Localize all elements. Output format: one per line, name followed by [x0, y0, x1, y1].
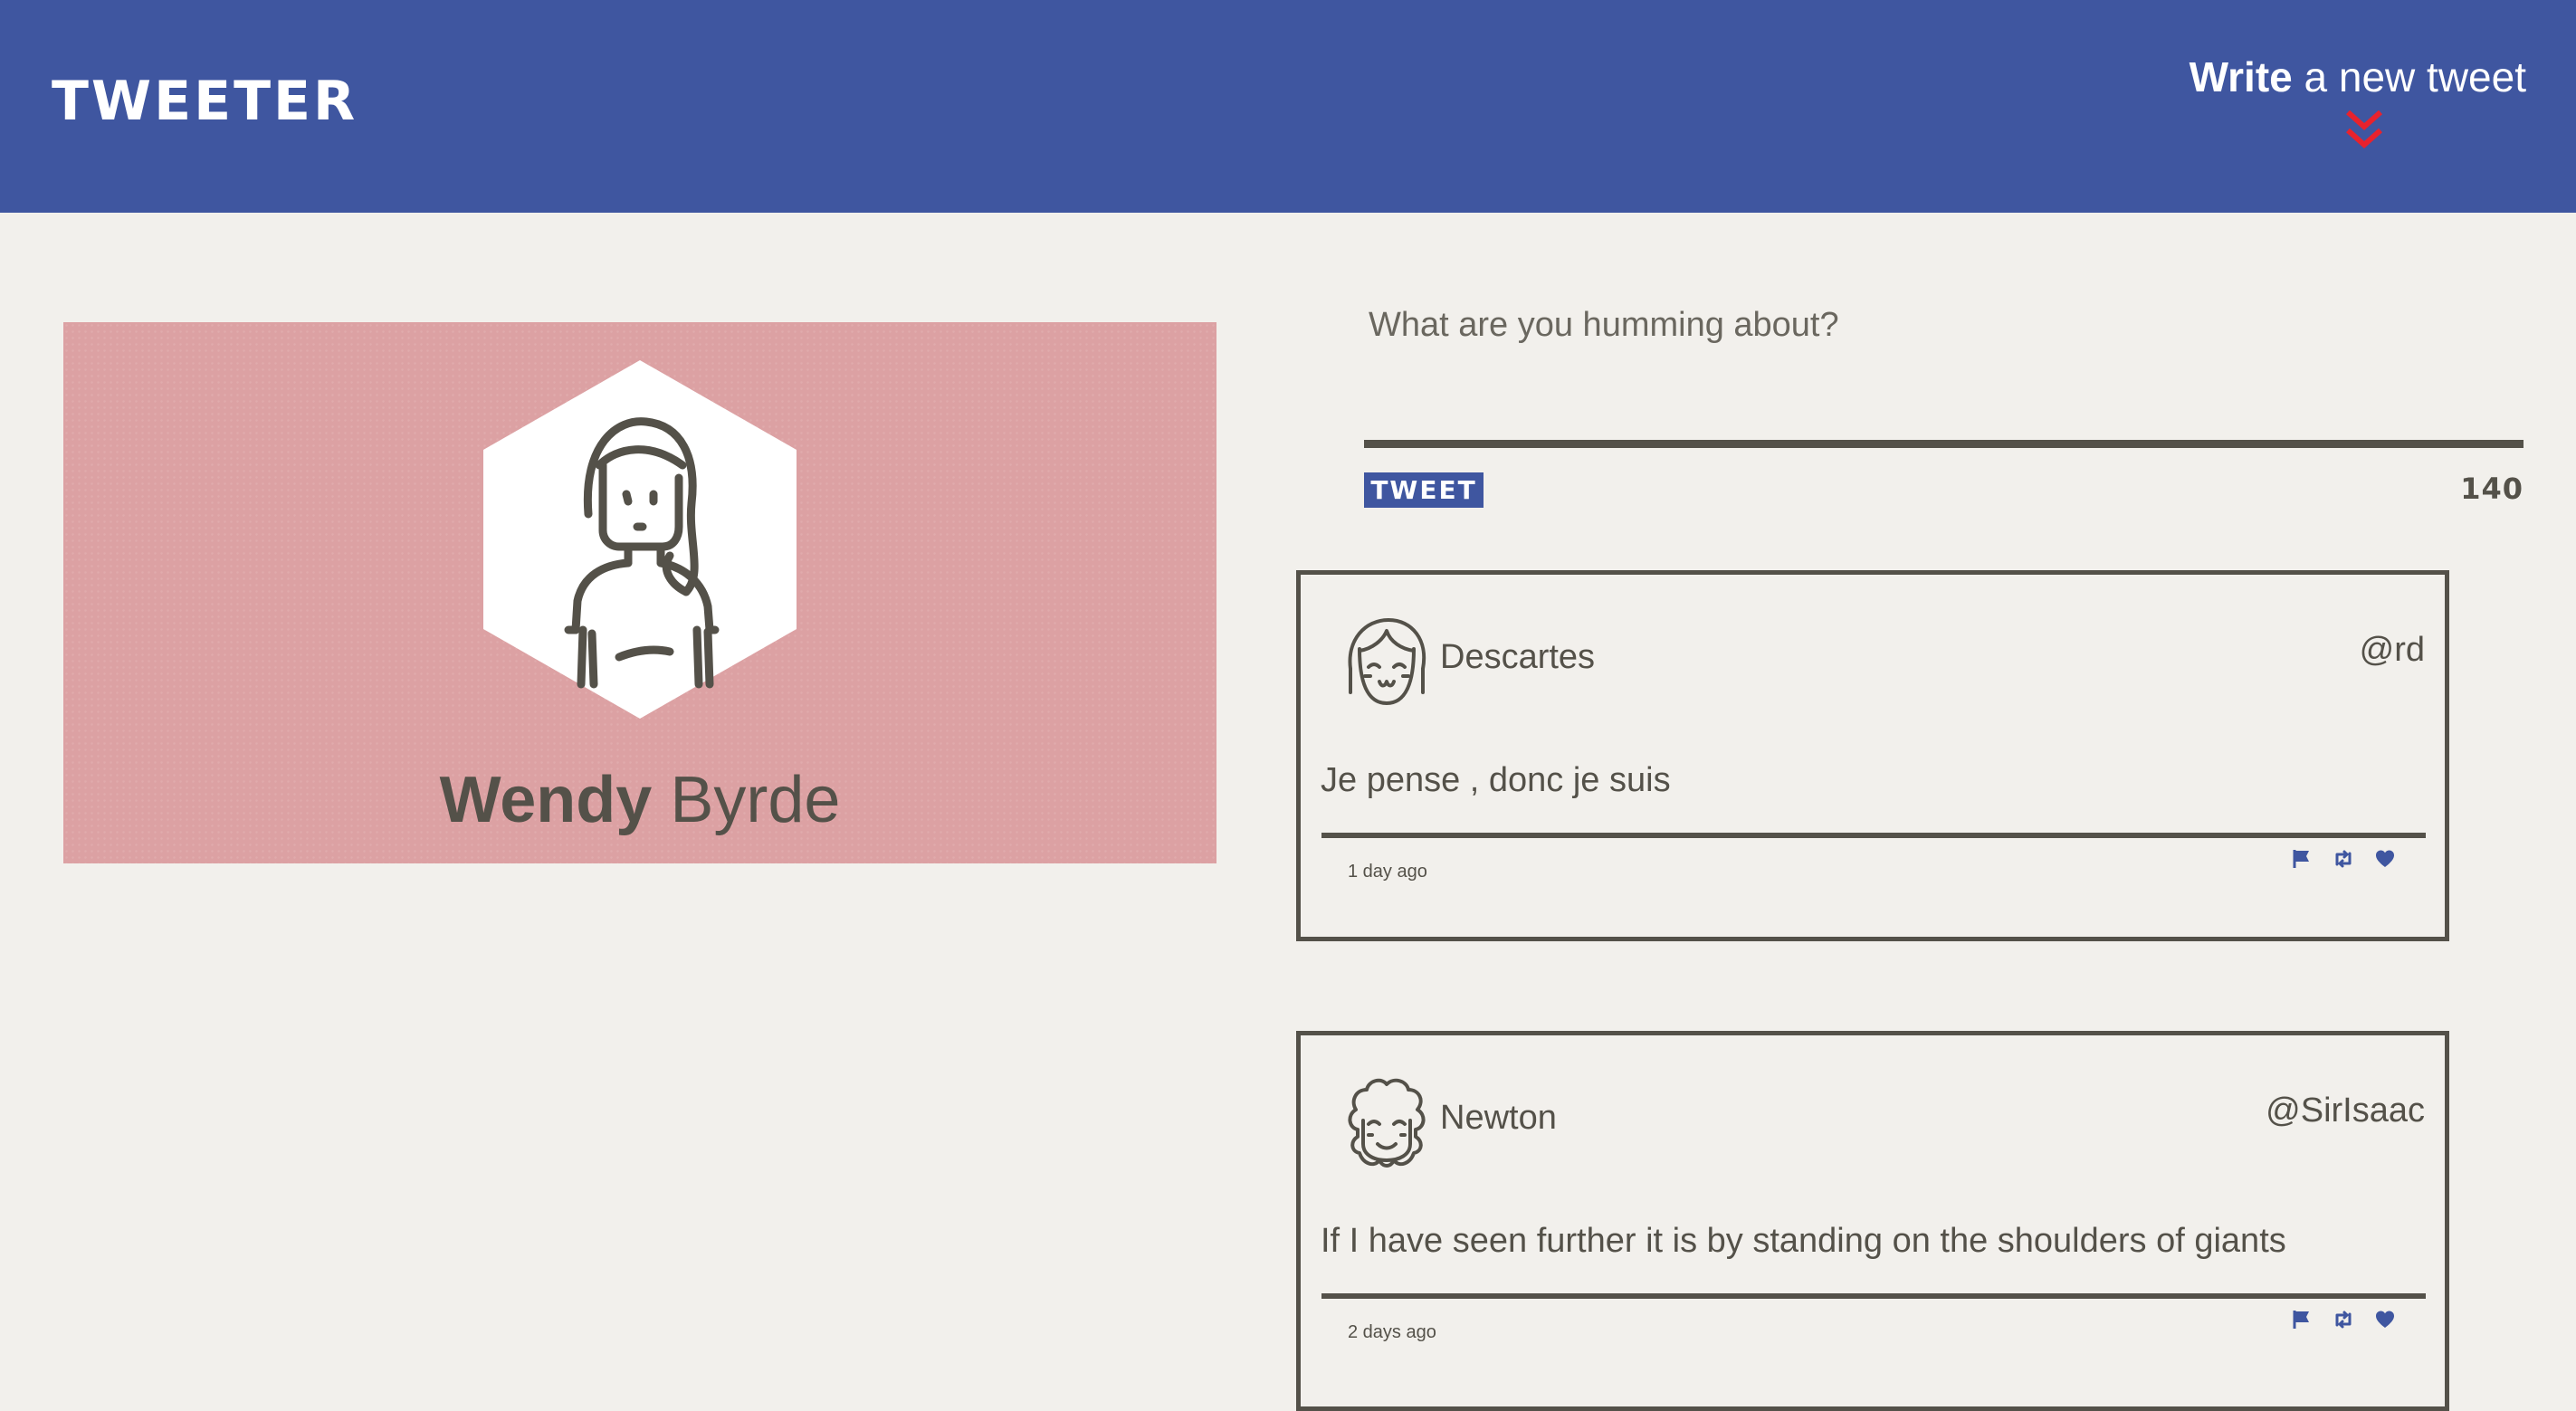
character-counter: 140	[2460, 472, 2524, 506]
tweet-submit-button[interactable]: TWEET	[1364, 472, 1484, 508]
tweet-divider	[1321, 1293, 2426, 1299]
profile-card: Wendy Byrde	[63, 322, 1216, 863]
composer-underline	[1364, 440, 2524, 448]
tweet-card: Newton @SirIsaac If I have seen further …	[1296, 1031, 2449, 1411]
smiling-person-avatar-icon	[1348, 618, 1426, 705]
profile-name: Wendy Byrde	[63, 767, 1216, 833]
double-chevron-down-icon[interactable]	[2344, 109, 2384, 152]
tweet-timestamp: 2 days ago	[1348, 1322, 1436, 1342]
tweet-author-name[interactable]: Newton	[1440, 1101, 1557, 1135]
top-nav: TWEETER Write a new tweet	[0, 0, 2576, 213]
tweet-author-name[interactable]: Descartes	[1440, 640, 1595, 674]
tweet-text: If I have seen further it is by standing…	[1321, 1222, 2286, 1260]
compose-toggle-rest: a new tweet	[2304, 53, 2526, 100]
tweet-author-handle[interactable]: @rd	[2360, 633, 2425, 667]
profile-last-name: Byrde	[670, 764, 841, 836]
compose-toggle-strong: Write	[2189, 53, 2293, 100]
tweet-timestamp: 1 day ago	[1348, 862, 1427, 882]
tweet-text: Je pense , donc je suis	[1321, 761, 1671, 799]
tweet-card: Descartes @rd Je pense , donc je suis 1 …	[1296, 570, 2449, 941]
retweet-icon[interactable]	[2333, 1309, 2354, 1330]
tweet-compose-input[interactable]	[1365, 299, 2531, 449]
tweet-actions	[2291, 848, 2396, 870]
flag-icon[interactable]	[2291, 848, 2313, 870]
flag-icon[interactable]	[2291, 1309, 2313, 1330]
write-new-tweet-toggle[interactable]: Write a new tweet	[2190, 56, 2526, 98]
curly-hair-avatar-icon	[1348, 1078, 1426, 1168]
brand-logo[interactable]: TWEETER	[52, 74, 358, 129]
profile-first-name: Wendy	[439, 764, 653, 836]
heart-icon[interactable]	[2374, 848, 2396, 870]
retweet-icon[interactable]	[2333, 848, 2354, 870]
tweet-actions	[2291, 1309, 2396, 1330]
woman-avatar-icon	[483, 360, 797, 719]
tweet-author-handle[interactable]: @SirIsaac	[2266, 1093, 2425, 1128]
heart-icon[interactable]	[2374, 1309, 2396, 1330]
tweet-divider	[1321, 833, 2426, 838]
